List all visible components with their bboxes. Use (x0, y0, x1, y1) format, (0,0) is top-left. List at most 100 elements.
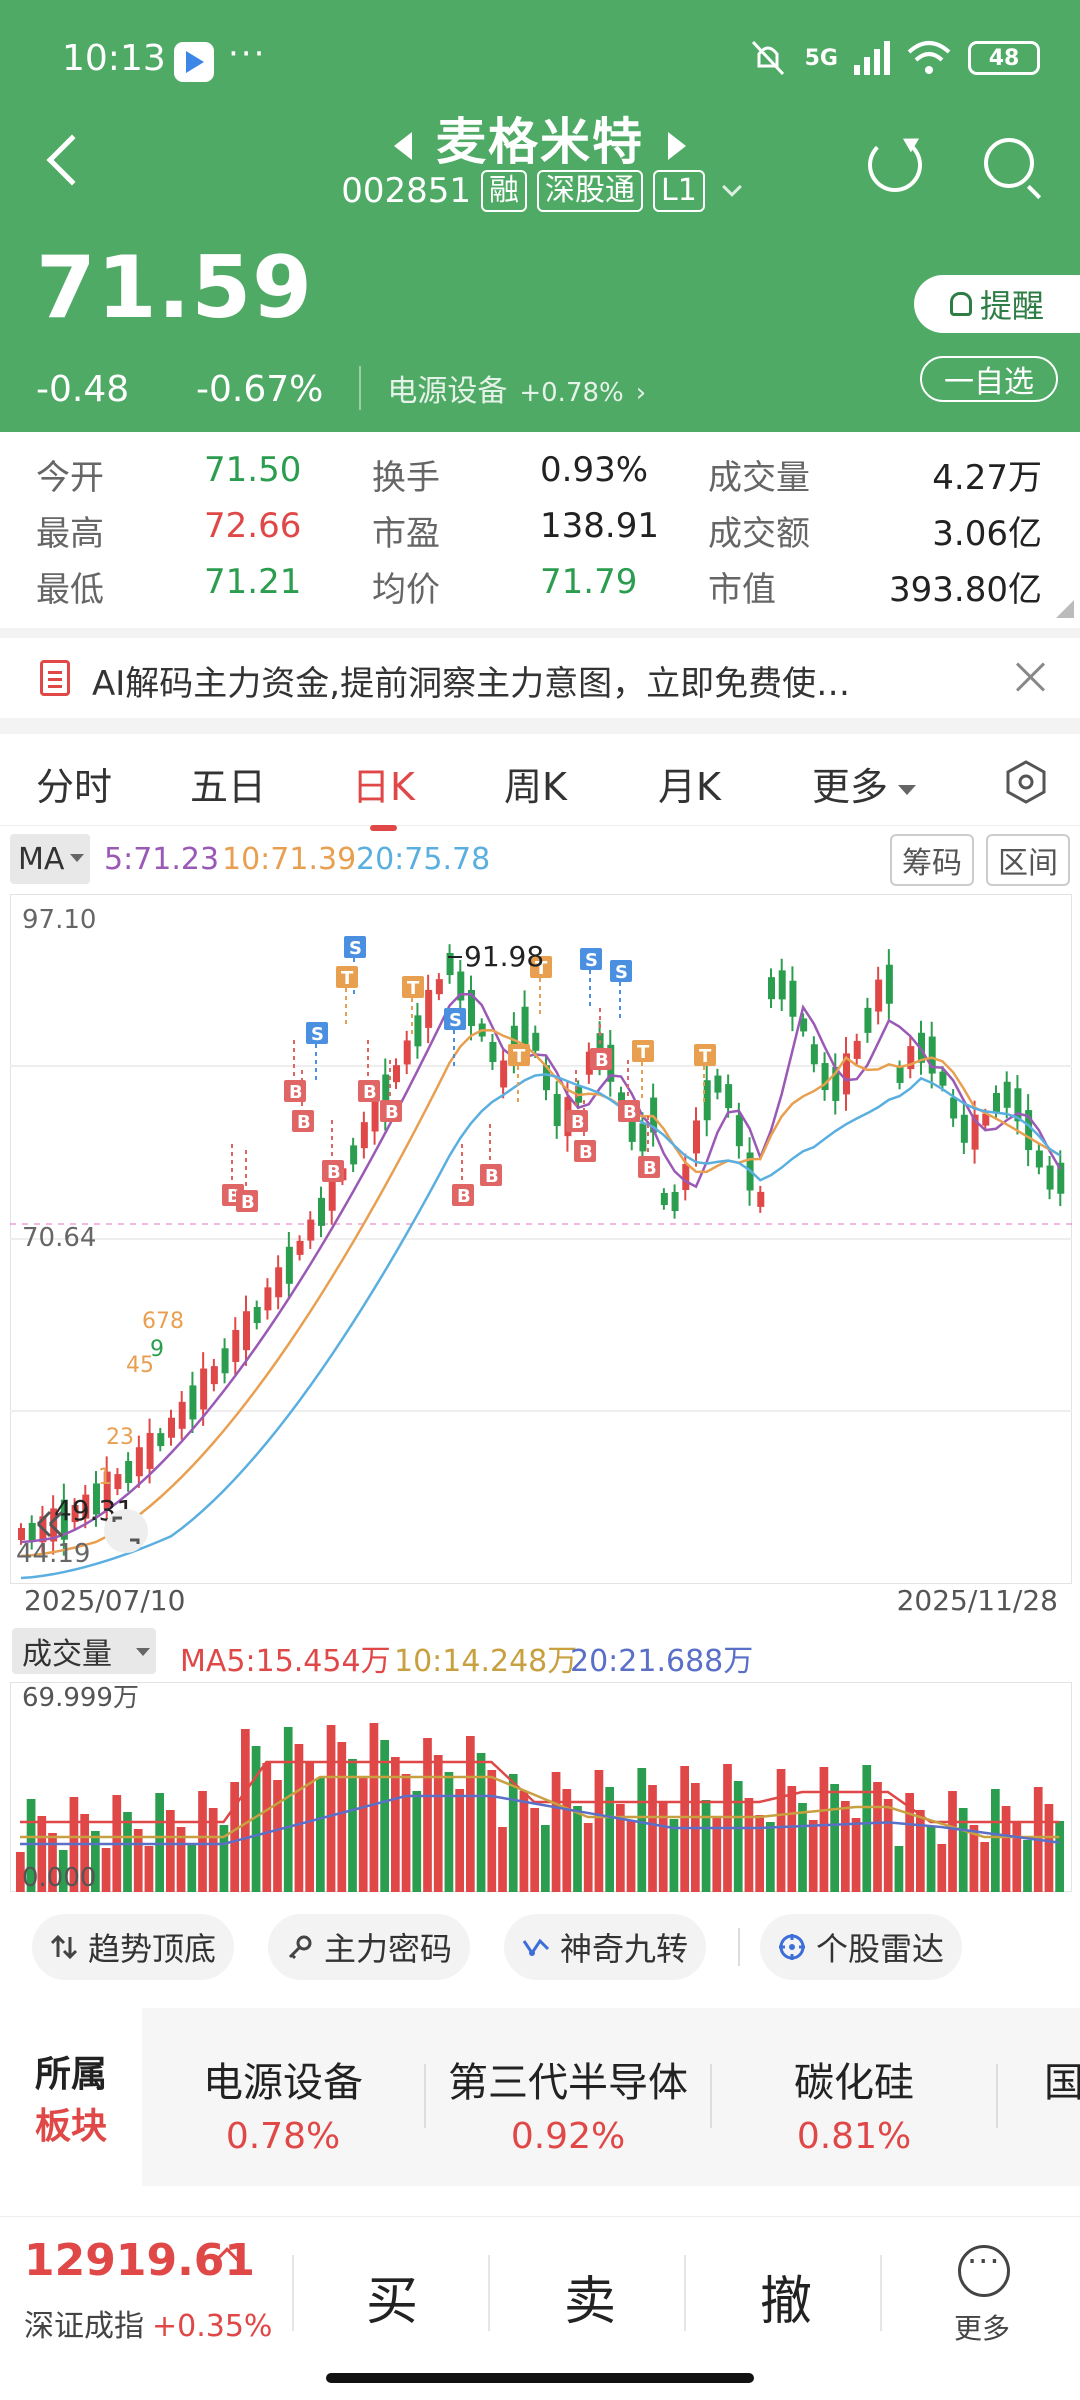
sector-title: 所属 板块 (0, 2008, 142, 2186)
magic-nine-turn-button[interactable]: 神奇九转 (504, 1914, 707, 1980)
current-price: 71.59 (36, 238, 314, 338)
candle-body (1035, 1150, 1043, 1168)
stats-row-3: 最低 71.21 均价 71.79 市值 393.80亿 (0, 562, 1080, 618)
cancel-order-button[interactable]: 撤 (760, 2259, 812, 2334)
shenzhen-connect-tag: 深股通 (536, 170, 643, 212)
stat-label: 最高 (36, 514, 104, 554)
battery-indicator: 48 (968, 41, 1040, 75)
volume-bar (262, 1763, 272, 1892)
sector-title-bottom: 板块 (34, 2106, 107, 2147)
more-icon[interactable] (958, 2242, 1010, 2297)
volume-bar (198, 1791, 207, 1892)
sector-card[interactable]: 碳化硅 0.81% (712, 2008, 996, 2186)
tab-intraday[interactable]: 分时 (36, 756, 112, 811)
stock-code: 002851 (341, 171, 471, 211)
candle-body (875, 979, 883, 1012)
close-icon[interactable] (1014, 660, 1048, 694)
banner-text: AI解码主力资金,提前洞察主力意图，立即免费使… (92, 664, 851, 704)
marker-letter: S (311, 1024, 324, 1045)
sector-name: 碳化硅 (794, 2060, 914, 2106)
candle-body (993, 1092, 1000, 1112)
sell-button[interactable]: 卖 (564, 2259, 616, 2334)
ma20-value: 20:75.78 (356, 842, 491, 877)
ma-selector[interactable]: MA (10, 834, 90, 884)
y-axis-bottom: 44.19 (16, 1539, 90, 1569)
remind-button[interactable]: 提醒 (914, 275, 1080, 333)
tab-more[interactable]: 更多 (812, 756, 917, 811)
action-divider (880, 2255, 882, 2331)
volume-bar (283, 1727, 293, 1892)
candle-body (757, 1191, 765, 1207)
volume-bar (862, 1765, 872, 1892)
stat-value: 71.79 (540, 562, 638, 602)
ma-indicator-row: MA 5:71.23 10:71.39 20:75.78 筹码 区间 (10, 834, 1070, 886)
caret-down-icon (898, 784, 917, 795)
volume-bar (573, 1806, 582, 1892)
trend-top-bottom-button[interactable]: 趋势顶底 (32, 1914, 235, 1980)
volume-bar (883, 1799, 893, 1892)
chips-button[interactable]: 筹码 (890, 834, 974, 886)
stock-radar-button[interactable]: 个股雷达 (760, 1914, 963, 1980)
candle-body (350, 1145, 358, 1165)
sector-pct: 0.81% (796, 2116, 912, 2157)
kline-chart[interactable]: B BBBBBBBBBBBBBSSSSST TTTT T 97.10 70.64 44… (10, 894, 1072, 1584)
sector-card[interactable]: 第三代半导体 0.92% (426, 2008, 710, 2186)
volume-bar (487, 1770, 497, 1892)
volume-bar (412, 1791, 422, 1892)
volume-bar (433, 1755, 443, 1892)
volume-bar (594, 1770, 604, 1892)
volume-bar (455, 1789, 464, 1892)
marker-letter: S (585, 950, 598, 971)
candle-body (725, 1084, 733, 1109)
sector-card[interactable]: 国 (1044, 2008, 1080, 2186)
volume-bar (991, 1789, 1000, 1892)
volume-bar (476, 1753, 486, 1892)
main-force-code-button[interactable]: 主力密码 (268, 1914, 471, 1980)
ma10-value: 10:71.39 (222, 842, 357, 877)
range-button[interactable]: 区间 (986, 834, 1070, 886)
tab-monthly-k[interactable]: 月K (658, 756, 721, 811)
sector-card[interactable]: 电源设备 0.78% (142, 2008, 424, 2186)
stat-value: 393.80亿 (889, 570, 1042, 610)
ai-banner[interactable]: AI解码主力资金,提前洞察主力意图，立即免费使… (0, 638, 1080, 718)
candle-body (307, 1219, 315, 1241)
refresh-icon[interactable] (868, 138, 922, 192)
status-bar: 10:13 ··· 5G 48 (62, 34, 1040, 88)
buy-button[interactable]: 买 (366, 2259, 418, 2334)
wave-icon (522, 1938, 550, 1956)
candle-body (360, 1122, 368, 1149)
ma-label: MA (18, 841, 65, 877)
marker-letter: B (485, 1166, 499, 1187)
marker-letter: B (385, 1102, 399, 1123)
nine-turn-label: 678 (142, 1309, 184, 1334)
volume-selector[interactable]: 成交量 (12, 1628, 156, 1674)
volume-bar (691, 1783, 700, 1892)
volume-header: 成交量 MA5:15.454万 10:14.248万 20:21.688万 (12, 1628, 1072, 1679)
index-name-line: 深证成指 +0.35% (24, 2301, 272, 2345)
sector-name: 第三代半导体 (448, 2060, 688, 2106)
chevron-right-icon[interactable]: › (636, 378, 646, 408)
sector-name: 电源设备 (203, 2060, 363, 2106)
nine-turn-label: 9 (150, 1337, 164, 1362)
sector-pct: 0.92% (510, 2116, 626, 2157)
tab-weekly-k[interactable]: 周K (504, 756, 567, 811)
add-watchlist-button[interactable]: 一自选 (920, 356, 1058, 402)
hexagon-settings-icon[interactable] (1006, 760, 1046, 804)
header-sector-link[interactable]: 电源设备 (359, 366, 507, 410)
chevron-down-icon[interactable] (721, 177, 742, 197)
expand-corner-icon[interactable] (1056, 600, 1074, 618)
volume-chart[interactable]: 69.999万 0.000 (10, 1682, 1072, 1892)
volume-bar (123, 1812, 132, 1892)
tab-five-day[interactable]: 五日 (190, 756, 266, 811)
volume-bar (926, 1827, 936, 1892)
price-change-row: -0.48 -0.67% 电源设备 +0.78% › (36, 366, 646, 410)
volume-bar (841, 1801, 850, 1892)
section-gap (0, 628, 1080, 638)
more-label[interactable]: 更多 (954, 2307, 1010, 2347)
candle-body (853, 1040, 861, 1059)
start-date: 2025/07/10 (24, 1584, 186, 1617)
tab-daily-k[interactable]: 日K (352, 756, 415, 831)
volume-bar (562, 1789, 572, 1892)
search-icon[interactable] (984, 138, 1034, 188)
fullscreen-button[interactable] (104, 1509, 148, 1553)
